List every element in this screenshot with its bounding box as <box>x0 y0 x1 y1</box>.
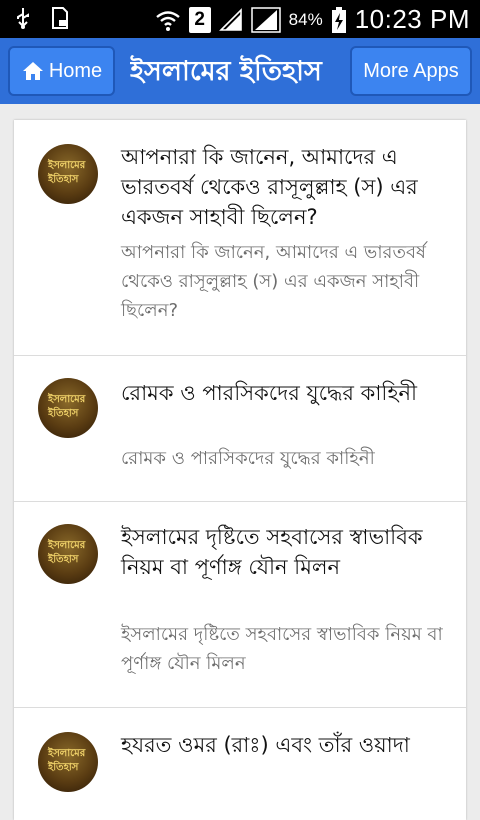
sim-2-icon: 2 <box>188 6 211 33</box>
home-button-label: Home <box>48 59 103 82</box>
clock: 10:23 PM <box>354 4 470 34</box>
status-bar: 2 84% 10:23 PM <box>0 0 480 38</box>
item-title: রোমক ও পারসিকদের যুদ্ধের কাহিনী <box>121 381 418 405</box>
battery-percent: 84% <box>288 9 323 29</box>
thumbnail-logo: ইসলামের ইতিহাস <box>38 732 98 792</box>
sd-card-icon <box>52 7 68 29</box>
thumbnail-logo: ইসলামের ইতিহাস <box>38 144 98 204</box>
list-item[interactable]: ইসলামের ইতিহাস হযরত ওমর (রাঃ) এবং তাঁর ও… <box>14 708 466 820</box>
list-item[interactable]: ইসলামের ইতিহাস রোমক ও পারসিকদের যুদ্ধের … <box>14 356 466 502</box>
battery-charging-icon <box>331 6 346 33</box>
logo-text: ইসলামের ইতিহাস <box>48 160 86 185</box>
thumbnail-logo: ইসলামের ইতিহাস <box>38 524 98 584</box>
wifi-icon <box>155 10 180 31</box>
home-icon <box>22 62 43 80</box>
more-apps-button[interactable]: More Apps <box>350 46 472 96</box>
item-title: হযরত ওমর (রাঃ) এবং তাঁর ওয়াদা <box>121 733 410 757</box>
item-subtitle: ইসলামের দৃষ্টিতে সহবাসের স্বাভাবিক নিয়ম… <box>121 624 443 674</box>
article-list: ইসলামের ইতিহাস আপনারা কি জানেন, আমাদের এ… <box>14 120 466 820</box>
logo-text: ইসলামের ইতিহাস <box>48 540 86 565</box>
item-subtitle: রোমক ও পারসিকদের যুদ্ধের কাহিনী <box>121 448 375 469</box>
logo-text: ইসলামের ইতিহাস <box>48 748 86 773</box>
app-title: ইসলামের ইতিহাস <box>130 56 322 87</box>
usb-icon <box>17 8 29 29</box>
app-bar: Home ইসলামের ইতিহাস More Apps <box>0 38 480 104</box>
thumbnail-logo: ইসলামের ইতিহাস <box>38 378 98 438</box>
item-subtitle: আপনারা কি জানেন, আমাদের এ ভারতবর্ষ থেকেও… <box>121 242 426 321</box>
item-title: ইসলামের দৃষ্টিতে সহবাসের স্বাভাবিক নিয়ম… <box>121 525 423 579</box>
item-title: আপনারা কি জানেন, আমাদের এ ভারতবর্ষ থেকেও… <box>121 145 418 229</box>
home-button[interactable]: Home <box>8 46 115 96</box>
signal-full-icon <box>250 6 281 33</box>
more-apps-label: More Apps <box>363 59 459 82</box>
list-item[interactable]: ইসলামের ইতিহাস ইসলামের দৃষ্টিতে সহবাসের … <box>14 502 466 708</box>
list-item[interactable]: ইসলামের ইতিহাস আপনারা কি জানেন, আমাদের এ… <box>14 120 466 356</box>
signal-icon <box>218 7 242 31</box>
logo-text: ইসলামের ইতিহাস <box>48 394 86 419</box>
